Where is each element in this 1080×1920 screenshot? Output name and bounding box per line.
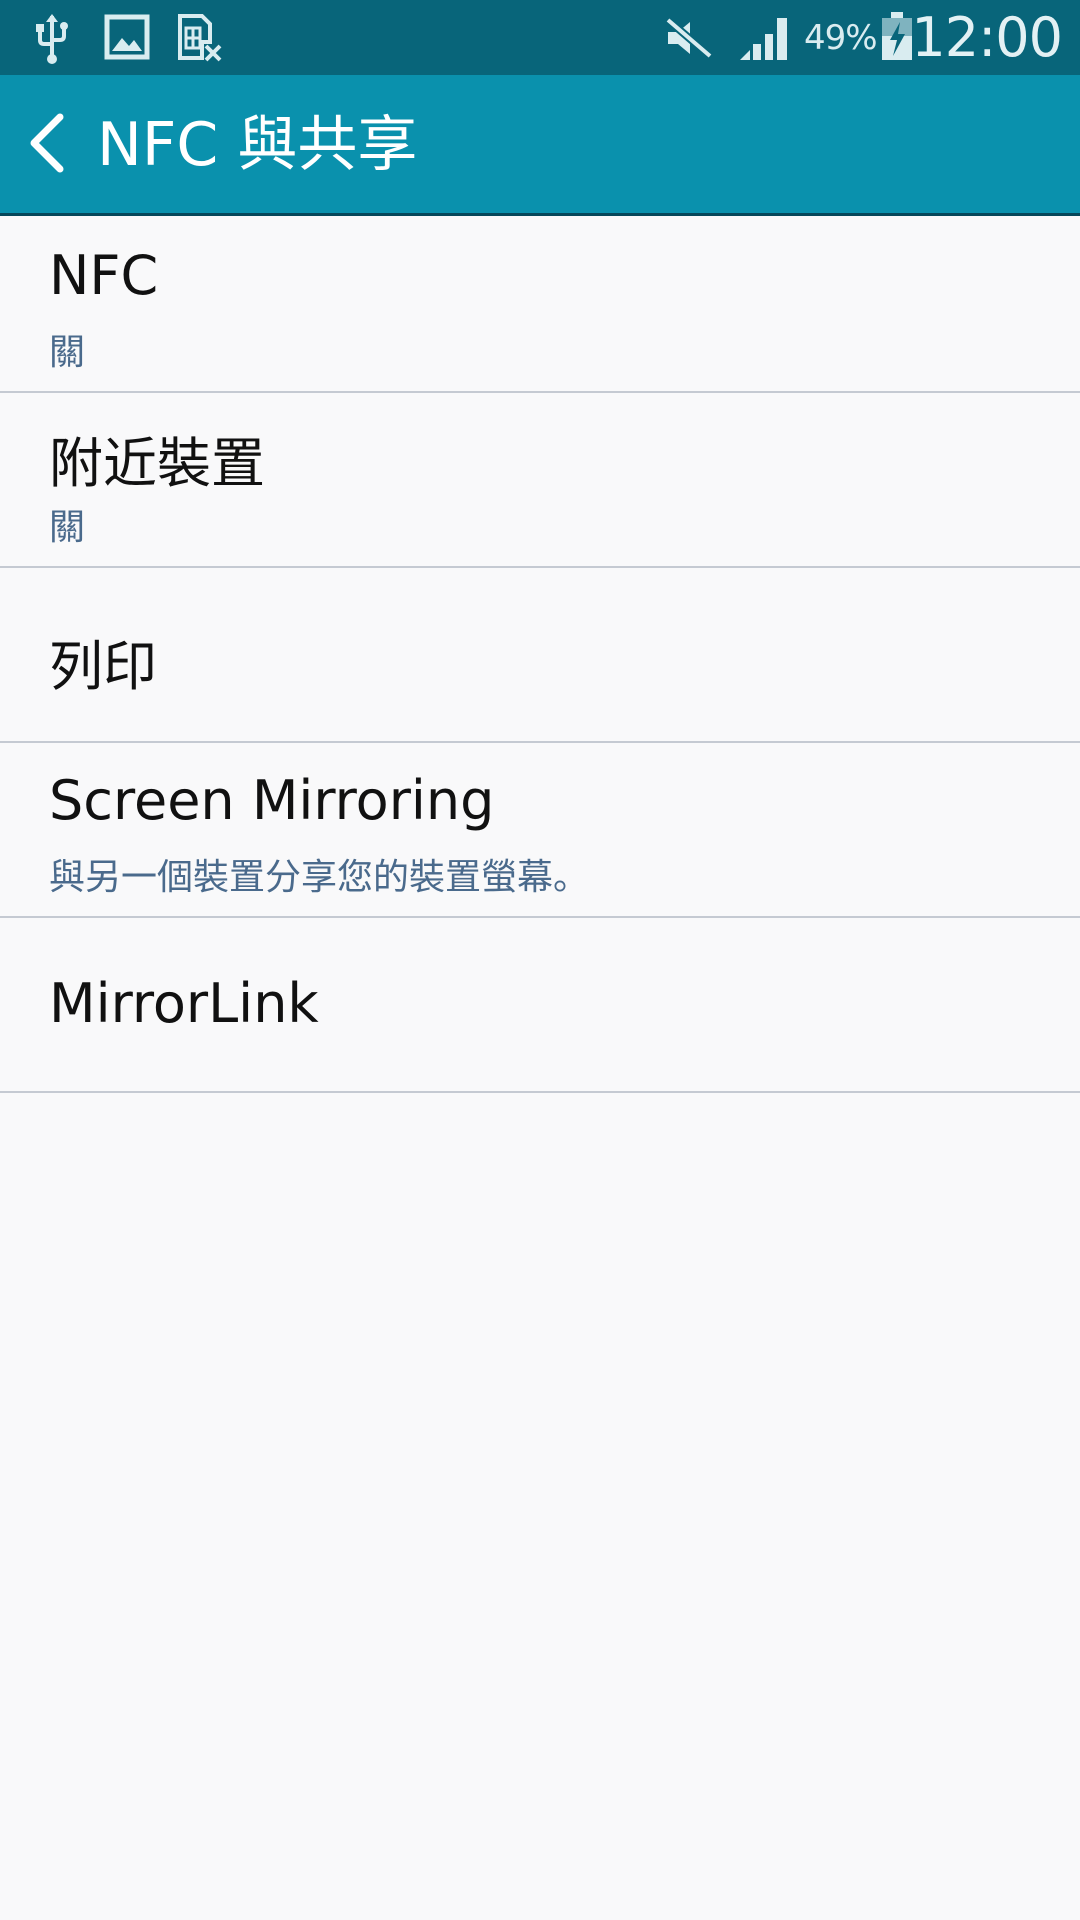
battery-charging-icon <box>882 12 912 60</box>
action-bar: NFC 與共享 <box>0 75 1080 216</box>
back-button[interactable] <box>18 107 82 179</box>
signal-icon <box>740 18 787 60</box>
list-item-print[interactable]: 列印 <box>0 568 1080 743</box>
list-item-title: Screen Mirroring <box>49 769 495 832</box>
clock: 12:00 <box>911 6 1063 69</box>
list-item-summary: 關 <box>49 332 86 373</box>
list-item-title: MirrorLink <box>49 972 319 1035</box>
list-item-title: 附近裝置 <box>49 432 265 495</box>
list-item-summary: 關 <box>49 507 86 548</box>
image-icon <box>104 14 150 60</box>
list-item-nfc[interactable]: NFC 關 <box>0 218 1080 393</box>
list-item-title: 列印 <box>49 635 157 698</box>
list-item-nearby-devices[interactable]: 附近裝置 關 <box>0 393 1080 568</box>
status-bar: 49% 12:00 <box>0 0 1080 75</box>
list-item-summary: 與另一個裝置分享您的裝置螢幕。 <box>49 857 590 898</box>
sim-card-missing-icon <box>178 14 222 62</box>
chevron-left-icon <box>30 113 64 173</box>
page-title: NFC 與共享 <box>97 110 418 180</box>
list-item-mirrorlink[interactable]: MirrorLink <box>0 918 1080 1093</box>
settings-list: NFC 關 附近裝置 關 列印 Screen Mirroring 與另一個裝置分… <box>0 218 1080 1093</box>
mute-icon <box>665 16 713 60</box>
usb-icon <box>36 14 68 64</box>
battery-percent: 49% <box>804 18 878 58</box>
list-item-screen-mirroring[interactable]: Screen Mirroring 與另一個裝置分享您的裝置螢幕。 <box>0 743 1080 918</box>
list-item-title: NFC <box>49 244 159 307</box>
